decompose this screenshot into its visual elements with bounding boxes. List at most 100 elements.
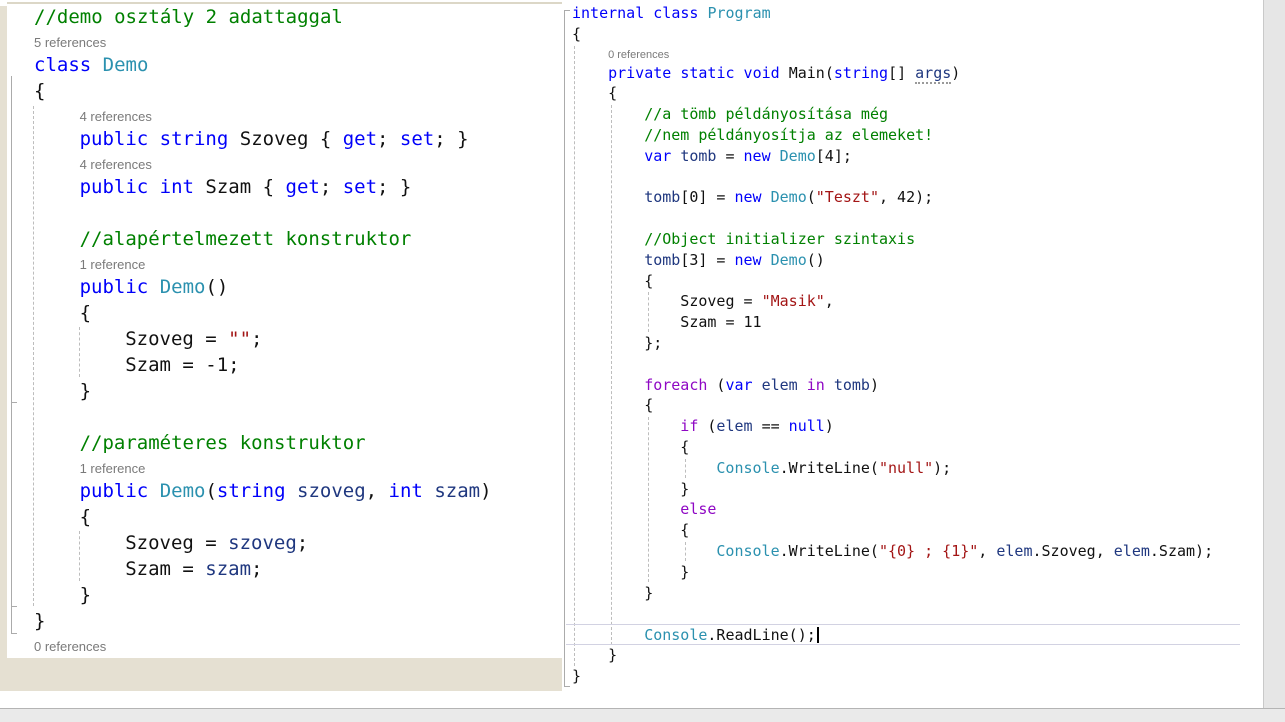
code-line[interactable]: {: [0, 78, 562, 104]
codelens-references[interactable]: 0 references: [566, 45, 1240, 63]
code-token: Szam = -1;: [125, 354, 239, 376]
code-line[interactable]: }: [566, 666, 1240, 687]
code-token: szoveg: [297, 480, 366, 502]
code-line[interactable]: {: [0, 300, 562, 326]
code-token: {: [80, 506, 91, 528]
code-line[interactable]: }: [566, 583, 1240, 604]
code-token: {: [572, 25, 581, 43]
code-token: [771, 147, 780, 165]
code-line[interactable]: var tomb = new Demo[4];: [566, 146, 1240, 167]
code-line[interactable]: public int Szam { get; set; }: [0, 174, 562, 200]
code-line[interactable]: else: [566, 499, 1240, 520]
code-line[interactable]: [566, 603, 1240, 624]
code-line[interactable]: private static void Main(string[] args): [566, 63, 1240, 84]
code-line[interactable]: foreach (var elem in tomb): [566, 375, 1240, 396]
code-line[interactable]: {: [0, 504, 562, 530]
code-token: ): [825, 417, 834, 435]
code-line[interactable]: [566, 167, 1240, 188]
code-token: tomb: [644, 251, 680, 269]
code-line[interactable]: Szam = -1;: [0, 352, 562, 378]
code-line[interactable]: Szoveg = szoveg;: [0, 530, 562, 556]
code-token: {: [644, 396, 653, 414]
code-line[interactable]: {: [566, 395, 1240, 416]
code-line[interactable]: Szoveg = "";: [0, 326, 562, 352]
codelens-references[interactable]: 4 references: [0, 152, 562, 174]
code-token: //alapértelmezett konstruktor: [80, 228, 412, 250]
code-line[interactable]: //Object initializer szintaxis: [566, 229, 1240, 250]
code-line[interactable]: Szoveg = "Masik",: [566, 291, 1240, 312]
code-token: new: [744, 147, 771, 165]
code-line[interactable]: //nem példányosítja az elemeket!: [566, 125, 1240, 146]
code-token: string: [834, 64, 888, 82]
code-line[interactable]: }: [0, 582, 562, 608]
codelens-references[interactable]: 5 references: [0, 30, 562, 52]
code-line[interactable]: {: [566, 24, 1240, 45]
editor-window: //demo osztály 2 adattaggal5 referencesc…: [0, 0, 1285, 722]
code-token: new: [735, 188, 762, 206]
code-token: .WriteLine(: [780, 542, 879, 560]
code-token: (: [698, 417, 716, 435]
code-line[interactable]: };: [566, 333, 1240, 354]
code-line[interactable]: {: [566, 520, 1240, 541]
vertical-scrollbar-track[interactable]: [1263, 0, 1285, 708]
code-line[interactable]: [566, 354, 1240, 375]
code-token: private static void: [608, 64, 780, 82]
code-token: []: [888, 64, 915, 82]
code-line[interactable]: Szam = szam;: [0, 556, 562, 582]
code-line[interactable]: Szam = 11: [566, 312, 1240, 333]
codelens-references[interactable]: 4 references: [0, 104, 562, 126]
code-token: Szam = 11: [680, 313, 761, 331]
code-line[interactable]: public string Szoveg { get; set; }: [0, 126, 562, 152]
code-token: if: [680, 417, 698, 435]
code-line[interactable]: tomb[3] = new Demo(): [566, 250, 1240, 271]
code-token: ): [951, 64, 960, 82]
code-token: }: [644, 584, 653, 602]
code-token: Console: [716, 459, 779, 477]
code-line[interactable]: public Demo(): [0, 274, 562, 300]
code-line[interactable]: Console.ReadLine();: [566, 624, 1240, 645]
code-token: Program: [707, 4, 770, 22]
code-token: "Masik": [762, 292, 825, 310]
code-token: tomb: [644, 188, 680, 206]
code-line[interactable]: }: [566, 645, 1240, 666]
code-line[interactable]: class Demo: [0, 52, 562, 78]
code-token: Demo: [771, 188, 807, 206]
code-line[interactable]: Console.WriteLine("{0} ; {1}", elem.Szov…: [566, 541, 1240, 562]
code-line[interactable]: [0, 200, 562, 226]
left-code-area[interactable]: //demo osztály 2 adattaggal5 referencesc…: [0, 0, 562, 656]
code-line[interactable]: {: [566, 271, 1240, 292]
code-line[interactable]: internal class Program: [566, 3, 1240, 24]
codelens-references[interactable]: 1 reference: [0, 456, 562, 478]
code-line[interactable]: }: [0, 378, 562, 404]
code-line[interactable]: public Demo(string szoveg, int szam): [0, 478, 562, 504]
right-code-area[interactable]: internal class Program{0 referencespriva…: [562, 0, 1263, 687]
left-editor-pane[interactable]: //demo osztály 2 adattaggal5 referencesc…: [0, 0, 562, 658]
code-line[interactable]: //a tömb példányosítása még: [566, 104, 1240, 125]
code-line[interactable]: //alapértelmezett konstruktor: [0, 226, 562, 252]
code-line[interactable]: [0, 404, 562, 430]
code-line[interactable]: //demo osztály 2 adattaggal: [0, 4, 562, 30]
right-editor-pane[interactable]: internal class Program{0 referencespriva…: [562, 0, 1263, 708]
code-line[interactable]: tomb[0] = new Demo("Teszt", 42);: [566, 187, 1240, 208]
code-line[interactable]: }: [0, 608, 562, 634]
left-horizontal-scrollbar-track[interactable]: [0, 658, 562, 691]
code-token: }: [80, 380, 91, 402]
code-token: [0] =: [680, 188, 734, 206]
code-line[interactable]: {: [566, 437, 1240, 458]
codelens-references[interactable]: 0 references: [0, 634, 562, 656]
code-token: {: [644, 272, 653, 290]
code-token: (: [707, 376, 725, 394]
code-line[interactable]: [566, 208, 1240, 229]
code-token: Szam =: [125, 558, 205, 580]
code-token: (: [807, 188, 816, 206]
code-line[interactable]: }: [566, 479, 1240, 500]
codelens-references[interactable]: 1 reference: [0, 252, 562, 274]
code-line[interactable]: //paraméteres konstruktor: [0, 430, 562, 456]
code-token: (: [205, 480, 216, 502]
code-line[interactable]: }: [566, 562, 1240, 583]
code-line[interactable]: {: [566, 83, 1240, 104]
code-line[interactable]: Console.WriteLine("null");: [566, 458, 1240, 479]
code-token: Demo: [103, 54, 149, 76]
code-token: elem: [1114, 542, 1150, 560]
code-line[interactable]: if (elem == null): [566, 416, 1240, 437]
